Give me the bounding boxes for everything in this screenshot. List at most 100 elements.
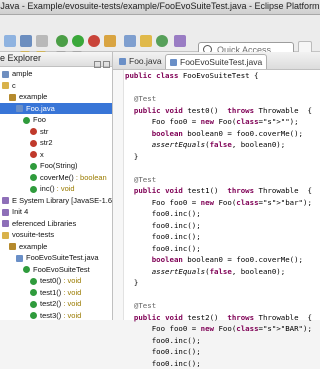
java-file-icon xyxy=(16,255,23,262)
tab-fooevosuitetest-java[interactable]: FooEvoSuiteTest.java xyxy=(165,54,267,69)
tree-item-label: Foo(String) xyxy=(40,161,78,170)
tree-item-label: test1() xyxy=(40,288,61,297)
code-line: foo0.inc(); xyxy=(113,358,320,369)
tree-item-label: Foo.java xyxy=(26,104,55,113)
tree-item[interactable]: test2() : void xyxy=(0,298,112,310)
code-line: boolean boolean0 = foo0.coverMe(); xyxy=(113,254,320,266)
tree-item[interactable]: str xyxy=(0,126,112,138)
code-line: Foo foo0 = new Foo(class="s">""); xyxy=(113,116,320,128)
tree-item-label: eferenced Libraries xyxy=(12,219,76,228)
tree-item[interactable]: example xyxy=(0,91,112,103)
tree-item[interactable]: Foo.java xyxy=(0,103,112,115)
tree-item[interactable]: Init 4 xyxy=(0,206,112,218)
library-icon xyxy=(2,209,9,216)
code-line: assertEquals(false, boolean0); xyxy=(113,139,320,151)
code-line: foo0.inc(); xyxy=(113,208,320,220)
tree-item[interactable]: eferenced Libraries xyxy=(0,218,112,230)
code-line: foo0.inc(); xyxy=(113,231,320,243)
tree-item-type: : void xyxy=(61,311,81,320)
package-explorer-panel: e Explorer amplecexampleFoo.javaFoostrst… xyxy=(0,52,113,320)
run-icon[interactable] xyxy=(72,35,84,47)
minimize-icon[interactable] xyxy=(94,61,101,68)
library-icon xyxy=(2,220,9,227)
field-icon xyxy=(30,151,37,158)
debug-icon[interactable] xyxy=(56,35,68,47)
tree-item[interactable]: test0() : void xyxy=(0,275,112,287)
code-line: Foo foo0 = new Foo(class="s">"BAR"); xyxy=(113,323,320,335)
tree-item-label: coverMe() xyxy=(40,173,74,182)
open-type-icon[interactable] xyxy=(174,35,186,47)
field-icon xyxy=(30,140,37,147)
code-line xyxy=(113,82,320,94)
main-toolbar: Quick Access xyxy=(0,15,320,52)
tree-item-label: inc() xyxy=(40,184,55,193)
tree-item[interactable]: str2 xyxy=(0,137,112,149)
tree-item[interactable]: c xyxy=(0,80,112,92)
tree-item-type: : void xyxy=(61,299,81,308)
tree-item-type: : void xyxy=(61,288,81,297)
window-title: Java - Example/evosuite-tests/example/Fo… xyxy=(0,1,320,11)
package-explorer-title: e Explorer xyxy=(0,53,41,63)
code-line: foo0.inc(); xyxy=(113,243,320,255)
tree-item-label: str xyxy=(40,127,48,136)
tree-item[interactable]: Foo(String) xyxy=(0,160,112,172)
method-icon xyxy=(30,278,37,285)
code-line: @Test xyxy=(113,93,320,105)
class-icon xyxy=(23,266,30,273)
tree-item-label: FooEvoSuiteTest xyxy=(33,265,90,274)
external-tools-icon[interactable] xyxy=(104,35,116,47)
tree-item-label: FooEvoSuiteTest.java xyxy=(26,253,99,262)
window-titlebar: Java - Example/evosuite-tests/example/Fo… xyxy=(0,0,320,15)
code-line: @Test xyxy=(113,300,320,312)
method-icon xyxy=(30,163,37,170)
code-line: } xyxy=(113,151,320,163)
package-icon xyxy=(9,243,16,250)
tree-item-label: test3() xyxy=(40,311,61,320)
tree-item[interactable]: inc() : void xyxy=(0,183,112,195)
tree-item[interactable]: E System Library [JavaSE-1.6] xyxy=(0,195,112,207)
tree-item[interactable]: vosuite-tests xyxy=(0,229,112,241)
tree-item-label: example xyxy=(19,92,47,101)
tree-item[interactable]: Foo xyxy=(0,114,112,126)
tree-item[interactable]: x xyxy=(0,149,112,161)
method-icon xyxy=(30,186,37,193)
new-java-project-icon[interactable] xyxy=(124,35,136,47)
new-class-icon[interactable] xyxy=(156,35,168,47)
code-line: public class FooEvoSuiteTest { xyxy=(113,70,320,82)
tree-item[interactable]: test1() : void xyxy=(0,287,112,299)
folder-icon xyxy=(2,82,9,89)
coverage-icon[interactable] xyxy=(88,35,100,47)
tree-item-label: example xyxy=(19,242,47,251)
tab-foo-java[interactable]: Foo.java xyxy=(115,54,166,68)
tree-item[interactable]: coverMe() : boolean xyxy=(0,172,112,184)
tree-item[interactable]: test3() : void xyxy=(0,310,112,321)
tree-item[interactable]: ample xyxy=(0,68,112,80)
print-icon[interactable] xyxy=(36,35,48,47)
java-file-icon xyxy=(170,59,177,66)
tree-item[interactable]: FooEvoSuiteTest xyxy=(0,264,112,276)
new-package-icon[interactable] xyxy=(140,35,152,47)
tab-label: FooEvoSuiteTest.java xyxy=(180,57,262,67)
tree-item-label: Foo xyxy=(33,115,46,124)
tree-item-type: : void xyxy=(61,276,81,285)
package-explorer-tree: amplecexampleFoo.javaFoostrstr2xFoo(Stri… xyxy=(0,68,112,320)
method-icon xyxy=(30,312,37,319)
tree-item-type: : boolean xyxy=(74,173,107,182)
tree-item[interactable]: example xyxy=(0,241,112,253)
new-icon[interactable] xyxy=(4,35,16,47)
tree-item[interactable]: FooEvoSuiteTest.java xyxy=(0,252,112,264)
save-icon[interactable] xyxy=(20,35,32,47)
project-icon xyxy=(2,71,9,78)
tree-item-type: : void xyxy=(55,184,75,193)
code-line: foo0.inc(); xyxy=(113,335,320,347)
tree-item-label: test2() xyxy=(40,299,61,308)
maximize-icon[interactable] xyxy=(103,61,110,68)
editor-area: Foo.java FooEvoSuiteTest.java public cla… xyxy=(113,52,320,320)
code-line: boolean boolean0 = foo0.coverMe(); xyxy=(113,128,320,140)
java-file-icon xyxy=(119,58,126,65)
code-editor[interactable]: public class FooEvoSuiteTest { @Test pub… xyxy=(113,70,320,369)
tree-item-label: ample xyxy=(12,69,32,78)
code-line: public void test0() throws Throwable { xyxy=(113,105,320,117)
code-line: foo0.inc(); xyxy=(113,220,320,232)
method-icon xyxy=(30,174,37,181)
